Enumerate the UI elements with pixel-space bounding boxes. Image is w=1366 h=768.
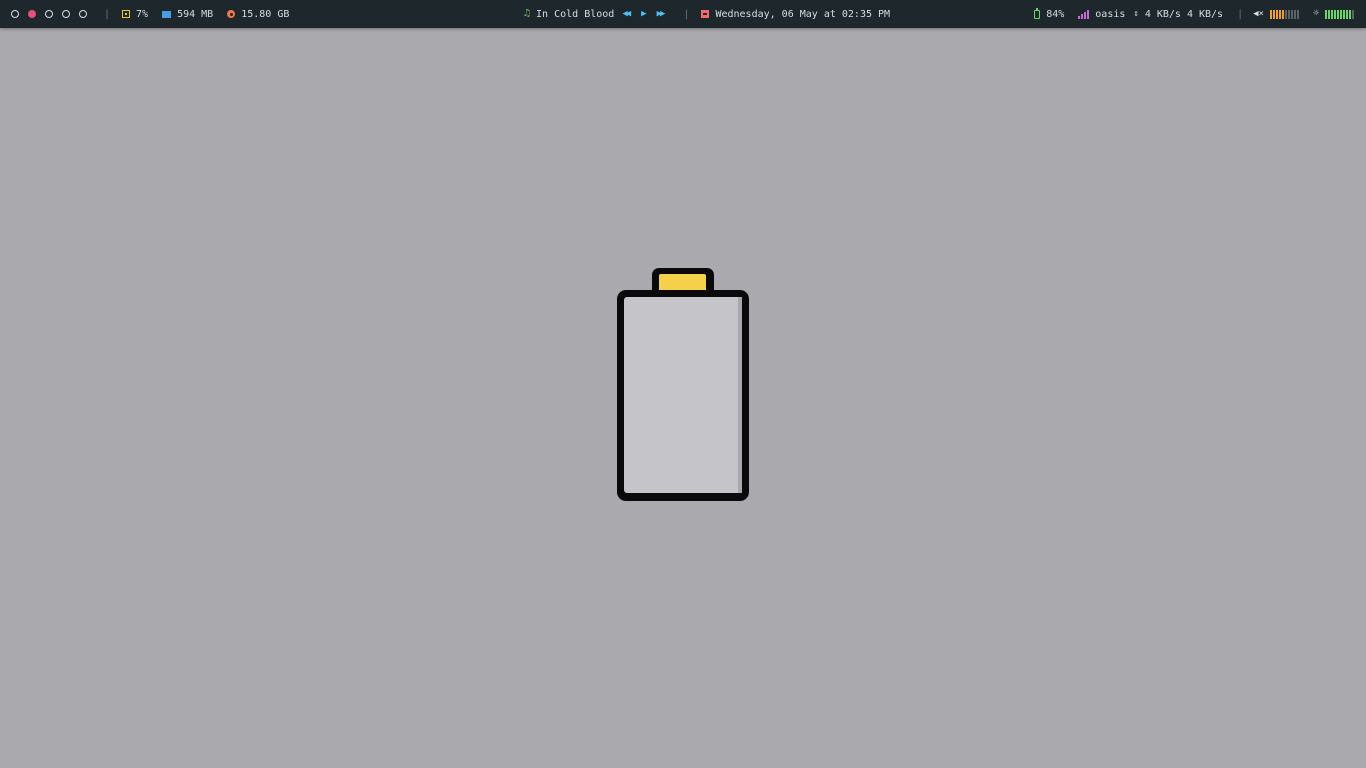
disk-value: 15.80 GB [241,8,290,20]
memory-module[interactable]: 594 MB [162,9,213,20]
memory-value: 594 MB [177,8,214,20]
top-bar: | 7% 594 MB 15.80 GB ♫ In Cold Blood ◀◀ … [0,0,1366,28]
wifi-icon [1078,9,1090,19]
separator: | [104,8,111,20]
music-track: In Cold Blood [536,8,615,20]
cpu-module[interactable]: 7% [122,9,148,20]
music-module[interactable]: ♫ In Cold Blood ◀◀ ▶ ▶▶ [524,8,666,20]
volume-module[interactable]: ◀× [1253,8,1299,19]
disk-module[interactable]: 15.80 GB [227,9,289,20]
date-module[interactable]: Wednesday, 06 May at 02:35 PM [701,9,890,20]
calendar-icon [701,10,710,18]
brightness-module[interactable]: ☼ [1313,9,1354,19]
music-note-icon: ♫ [524,8,531,19]
disk-icon [227,10,236,18]
workspace-5[interactable] [79,10,87,18]
workspace-4[interactable] [62,10,70,18]
memory-icon [162,10,172,18]
battery-value: 84% [1046,8,1065,20]
battery-module[interactable]: 84% [1034,7,1065,20]
cpu-value: 7% [136,8,149,20]
battery-icon [1034,7,1041,19]
brightness-level[interactable] [1325,9,1354,19]
previous-icon[interactable]: ◀◀ [622,9,631,19]
volume-level[interactable] [1269,9,1299,19]
right-modules: 84% oasis ⇕ 4 KB/s 4 KB/s | ◀× ☼ [1034,0,1354,28]
network-speed: 4 KB/s 4 KB/s [1144,8,1224,20]
network-module[interactable]: oasis ⇕ 4 KB/s 4 KB/s [1078,9,1223,20]
brightness-icon: ☼ [1312,8,1319,19]
volume-icon: ◀× [1253,8,1264,19]
center-modules: ♫ In Cold Blood ◀◀ ▶ ▶▶ | Wednesday, 06 … [524,0,890,28]
separator: | [683,8,690,20]
left-modules: | 7% 594 MB 15.80 GB [11,0,289,28]
network-updown-icon: ⇕ [1133,8,1139,19]
separator: | [1237,8,1244,20]
network-ssid: oasis [1095,8,1126,20]
date-text: Wednesday, 06 May at 02:35 PM [715,8,891,20]
next-icon[interactable]: ▶▶ [657,9,666,19]
workspace-1[interactable] [11,10,19,18]
workspace-3[interactable] [45,10,53,18]
cpu-icon [122,10,131,18]
battery-empty-icon [617,268,749,501]
workspace-2[interactable] [28,10,36,18]
play-icon[interactable]: ▶ [641,9,647,19]
